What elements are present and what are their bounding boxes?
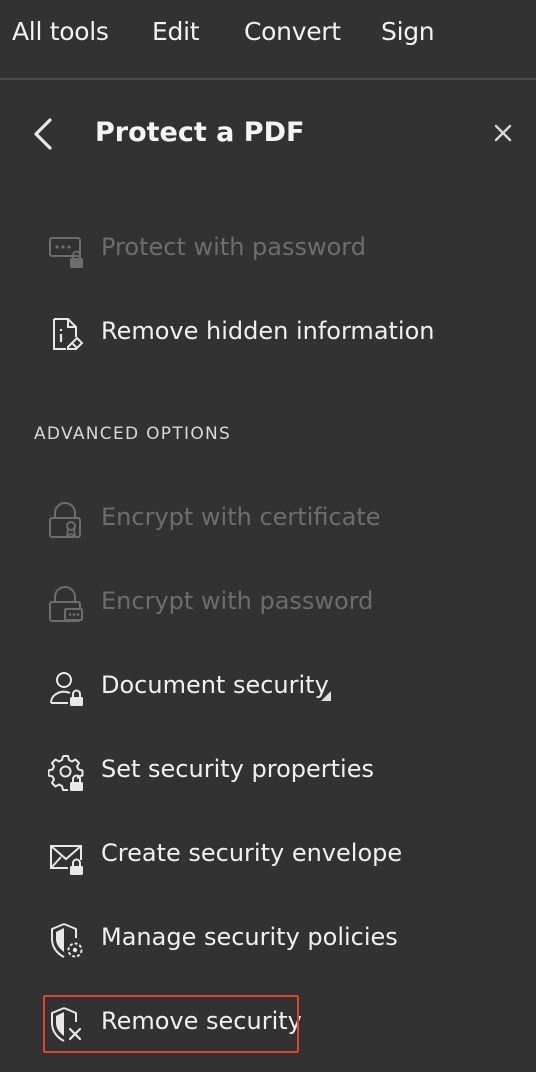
menu-item-label: Remove hidden information <box>101 317 435 345</box>
menu-item-label: Remove security <box>101 1007 302 1035</box>
menu-item-label: Encrypt with certificate <box>101 503 381 531</box>
close-icon[interactable] <box>492 122 514 144</box>
top-nav: All tools Edit Convert Sign <box>0 0 536 80</box>
tab-convert[interactable]: Convert <box>244 17 341 46</box>
submenu-caret-icon <box>321 691 331 701</box>
panel-title: Protect a PDF <box>95 117 305 148</box>
menu-item-protect-with-password: Protect with password <box>0 220 536 280</box>
shield-x-icon <box>51 1007 82 1042</box>
password-lock-icon <box>49 237 83 268</box>
menu-item-document-security[interactable]: Document security <box>0 658 536 718</box>
menu-item-remove-hidden-information[interactable]: Remove hidden information <box>0 304 536 364</box>
menu-item-manage-security-policies[interactable]: Manage security policies <box>0 910 536 970</box>
certificate-lock-icon <box>49 502 81 538</box>
menu-item-label: Encrypt with password <box>101 587 374 615</box>
gear-lock-icon <box>48 755 84 791</box>
menu-item-label: Create security envelope <box>101 839 403 867</box>
menu-item-label: Set security properties <box>101 755 374 783</box>
tab-edit[interactable]: Edit <box>152 17 200 46</box>
menu-item-label: Protect with password <box>101 233 366 261</box>
menu-item-label: Document security <box>101 671 329 699</box>
document-eraser-icon <box>53 318 84 350</box>
password-lock-icon <box>49 586 83 622</box>
panel-header: Protect a PDF <box>0 100 536 170</box>
chevron-left-icon[interactable] <box>30 116 60 152</box>
section-heading-advanced-options: ADVANCED OPTIONS <box>34 424 232 444</box>
user-lock-icon <box>49 672 83 706</box>
shield-gear-icon <box>51 923 83 958</box>
tab-sign[interactable]: Sign <box>381 17 435 46</box>
tab-all-tools[interactable]: All tools <box>12 17 109 46</box>
menu-item-encrypt-with-password: Encrypt with password <box>0 574 536 634</box>
menu-item-set-security-properties[interactable]: Set security properties <box>0 742 536 802</box>
menu-item-create-security-envelope[interactable]: Create security envelope <box>0 826 536 886</box>
envelope-lock-icon <box>50 845 83 875</box>
menu-item-label: Manage security policies <box>101 923 398 951</box>
menu-item-encrypt-with-certificate: Encrypt with certificate <box>0 490 536 550</box>
menu-item-remove-security[interactable]: Remove security <box>0 994 536 1054</box>
